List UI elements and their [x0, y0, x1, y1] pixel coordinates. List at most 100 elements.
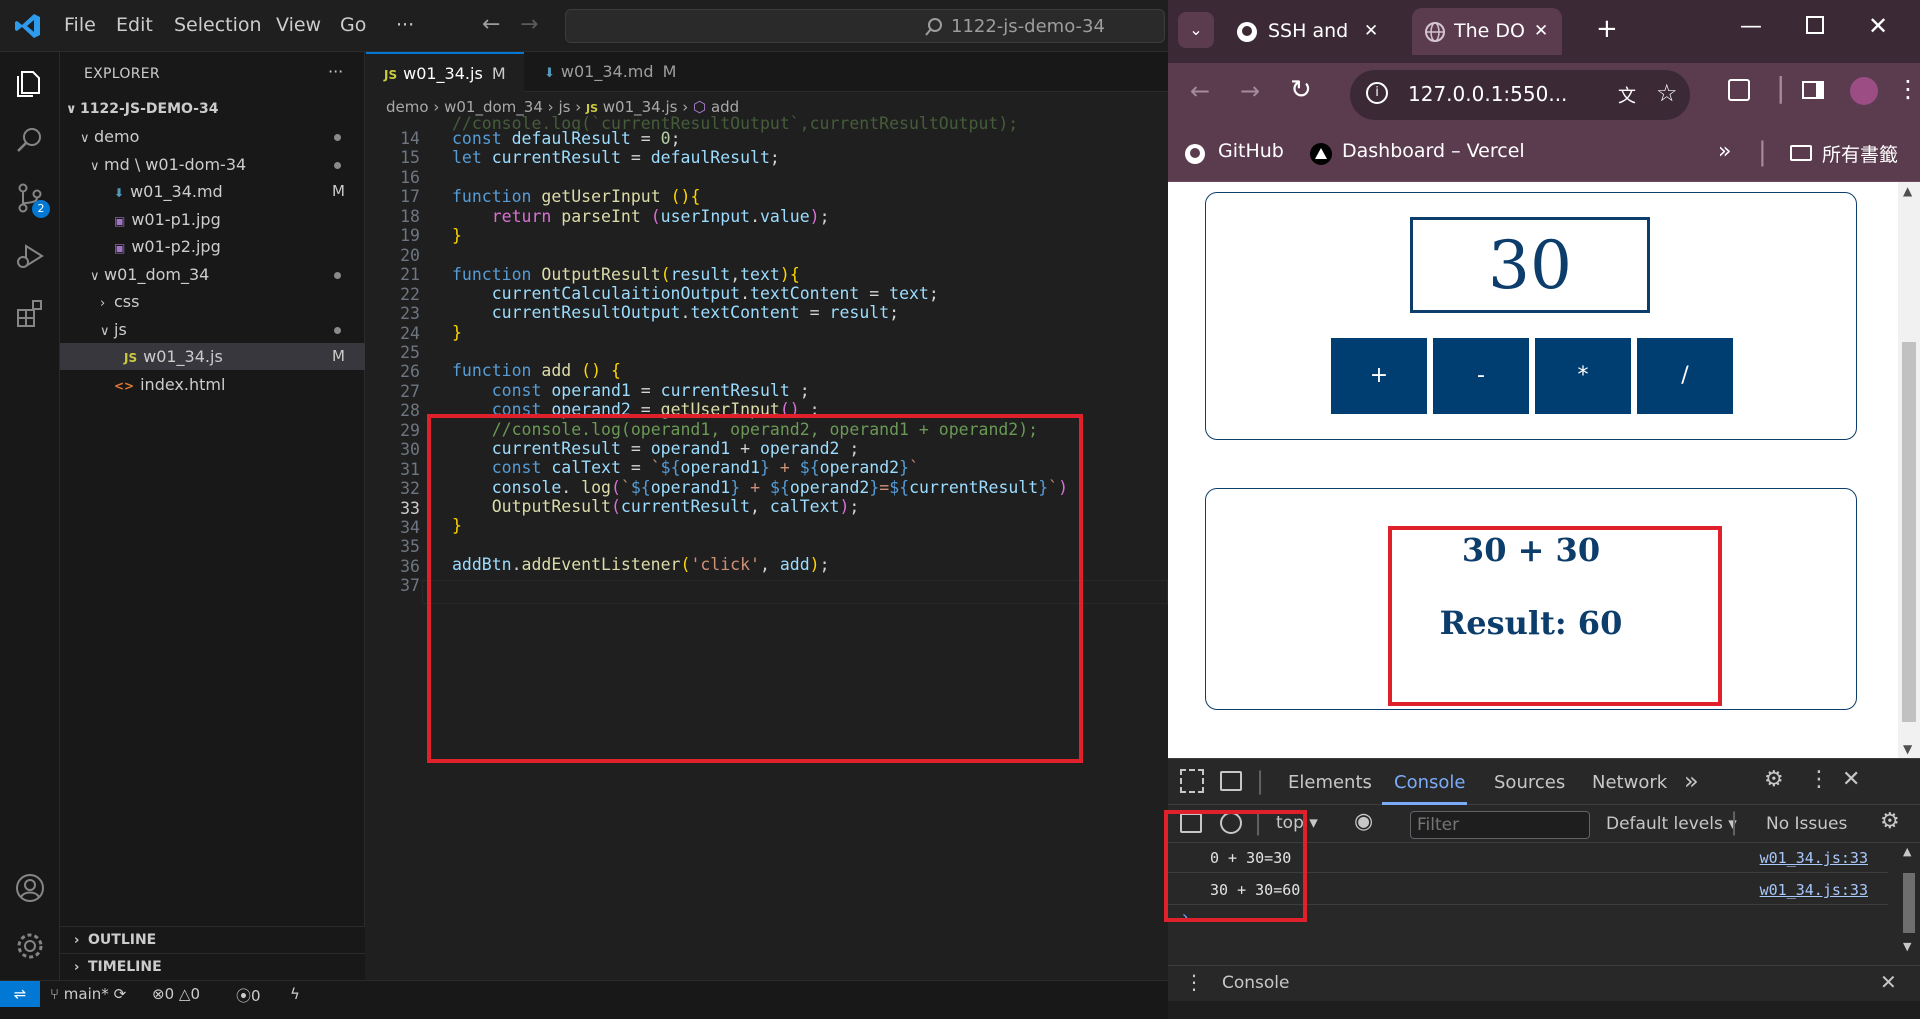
search-view-icon[interactable] [14, 124, 46, 156]
ports-status[interactable]: ⦿0 [236, 985, 261, 1006]
chrome-menu-icon[interactable]: ⋮ [1896, 75, 1920, 103]
menu-file[interactable]: File [64, 14, 96, 36]
code-line: return parseInt (userInput.value); [491, 207, 830, 226]
page-scrollbar[interactable]: ▲ ▼ [1898, 182, 1920, 758]
explorer-more-button[interactable]: ··· [328, 62, 343, 81]
scroll-up-icon[interactable]: ▲ [1903, 845, 1911, 858]
live-expression-eye-icon[interactable]: ◉ [1354, 809, 1373, 834]
drawer-menu-icon[interactable]: ⋮ [1184, 970, 1204, 994]
devtools-tab-sources[interactable]: Sources [1494, 772, 1565, 793]
account-icon[interactable] [14, 872, 46, 904]
timeline-panel-header[interactable]: › TIMELINE [60, 953, 365, 980]
scroll-down-icon[interactable]: ▼ [1903, 742, 1912, 756]
menu-more[interactable]: ··· [396, 14, 414, 36]
tree-item[interactable]: ⬇ w01_34.md M [60, 178, 365, 205]
more-tabs-icon[interactable]: » [1684, 767, 1699, 795]
all-bookmarks-folder[interactable]: 所有書籤 [1822, 140, 1898, 167]
new-tab-button[interactable]: + [1596, 14, 1618, 44]
remote-icon[interactable]: ⇌ [0, 981, 40, 1007]
close-icon[interactable]: ✕ [1534, 8, 1548, 55]
back-arrow-icon[interactable]: ← [1190, 77, 1210, 105]
side-panel-icon[interactable] [1802, 81, 1824, 99]
bookmark-star-icon[interactable]: ☆ [1656, 79, 1678, 107]
devtools-tab-elements[interactable]: Elements [1288, 772, 1372, 793]
devtools-close-icon[interactable]: ✕ [1842, 767, 1860, 792]
lightning-icon[interactable]: ϟ [290, 985, 300, 1003]
tree-item[interactable]: ▣ w01-p2.jpg [60, 233, 365, 260]
workspace-root[interactable]: ∨ 1122-JS-DEMO-34 [60, 96, 365, 123]
tab-the-dom[interactable]: The DOM ✕ [1412, 8, 1562, 55]
tab-w01-34-md[interactable]: ⬇ w01_34.md M [526, 52, 696, 92]
tab-ssh[interactable]: SSH and ✕ [1224, 8, 1394, 55]
drawer-tab-console[interactable]: Console [1222, 973, 1290, 993]
reload-icon[interactable]: ↻ [1290, 75, 1312, 105]
source-control-icon[interactable]: 2 [14, 182, 50, 218]
markdown-file-icon: ⬇ [114, 186, 125, 200]
breadcrumb-item[interactable]: demo [386, 98, 429, 116]
tree-item[interactable]: <> index.html [60, 371, 365, 398]
console-scrollbar[interactable]: ▲ ▼ [1898, 843, 1920, 955]
command-center[interactable]: 1122-js-demo-34 [565, 9, 1165, 43]
bookmarks-overflow-icon[interactable]: » [1718, 139, 1731, 164]
multiply-button[interactable]: * [1535, 338, 1631, 414]
log-source-link[interactable]: w01_34.js:33 [1760, 843, 1868, 873]
subtract-button[interactable]: - [1433, 338, 1529, 414]
explorer-icon[interactable] [14, 66, 46, 98]
tree-item[interactable]: ▣ w01-p1.jpg [60, 206, 365, 233]
tab-search-button[interactable]: ⌄ [1178, 12, 1214, 48]
devtools-settings-icon[interactable]: ⚙ [1764, 767, 1784, 792]
run-debug-icon[interactable] [14, 240, 46, 272]
scrollbar-thumb[interactable] [1903, 873, 1915, 933]
problems-status[interactable]: ⊗0 △0 [152, 985, 200, 1003]
back-arrow-icon[interactable]: ← [482, 12, 500, 37]
address-bar[interactable]: i 127.0.0.1:550... 文 ☆ [1350, 70, 1690, 120]
scrollbar-thumb[interactable] [1902, 342, 1916, 722]
log-levels-dropdown[interactable]: Default levels ▾ [1606, 814, 1737, 834]
translate-icon[interactable]: 文 [1618, 82, 1636, 108]
device-toolbar-icon[interactable] [1220, 771, 1242, 791]
divide-button[interactable]: / [1637, 338, 1733, 414]
branch-status[interactable]: ⑂ main* ⟳ [50, 985, 126, 1003]
window-close-button[interactable]: ✕ [1868, 12, 1888, 40]
tree-item[interactable]: JS w01_34.js M [60, 343, 365, 370]
devtools-menu-icon[interactable]: ⋮ [1808, 767, 1830, 792]
console-filter[interactable] [1410, 811, 1590, 839]
devtools-tab-console[interactable]: Console [1394, 772, 1465, 793]
console-filter-input[interactable] [1417, 815, 1577, 835]
tree-item[interactable]: ∨ w01_dom_34 [60, 261, 365, 288]
tree-item[interactable]: ∨ md \ w01-dom-34 [60, 151, 365, 178]
console-settings-icon[interactable]: ⚙ [1880, 809, 1900, 834]
scroll-down-icon[interactable]: ▼ [1903, 940, 1911, 953]
settings-gear-icon[interactable] [14, 930, 46, 962]
tab-w01-34-js[interactable]: JSw01_34.js M ✕ [366, 52, 524, 124]
profile-avatar[interactable] [1850, 77, 1878, 105]
extensions-icon[interactable] [14, 298, 46, 330]
branch-label: main* [63, 985, 109, 1003]
site-info-icon[interactable]: i [1366, 82, 1388, 104]
tree-item[interactable]: ∨ js [60, 316, 365, 343]
menu-selection[interactable]: Selection [174, 14, 262, 36]
bookmark-github[interactable]: GitHub [1218, 140, 1284, 162]
menu-go[interactable]: Go [340, 14, 366, 36]
close-icon[interactable]: ✕ [1364, 8, 1378, 55]
scroll-up-icon[interactable]: ▲ [1903, 184, 1912, 198]
minimize-button[interactable]: — [1740, 14, 1762, 39]
drawer-close-icon[interactable]: ✕ [1880, 970, 1897, 994]
devtools-tab-network[interactable]: Network [1592, 772, 1667, 793]
menu-edit[interactable]: Edit [116, 14, 153, 36]
log-source-link[interactable]: w01_34.js:33 [1760, 875, 1868, 905]
extensions-puzzle-icon[interactable] [1728, 79, 1750, 101]
menu-view[interactable]: View [276, 14, 321, 36]
add-button[interactable]: + [1331, 338, 1427, 414]
bookmark-vercel[interactable]: Dashboard – Vercel [1342, 140, 1525, 162]
tree-item[interactable]: ∨ demo [60, 123, 365, 150]
issues-counter[interactable]: No Issues [1766, 814, 1847, 834]
forward-arrow-icon[interactable]: → [520, 12, 538, 37]
inspect-element-icon[interactable] [1180, 769, 1204, 793]
outline-panel-header[interactable]: › OUTLINE [60, 926, 365, 953]
line-number: 36 [400, 556, 420, 576]
chevron-right-icon: › [74, 933, 80, 948]
forward-arrow-icon[interactable]: → [1240, 77, 1260, 105]
maximize-button[interactable] [1806, 16, 1824, 34]
tree-item[interactable]: › css [60, 288, 365, 315]
